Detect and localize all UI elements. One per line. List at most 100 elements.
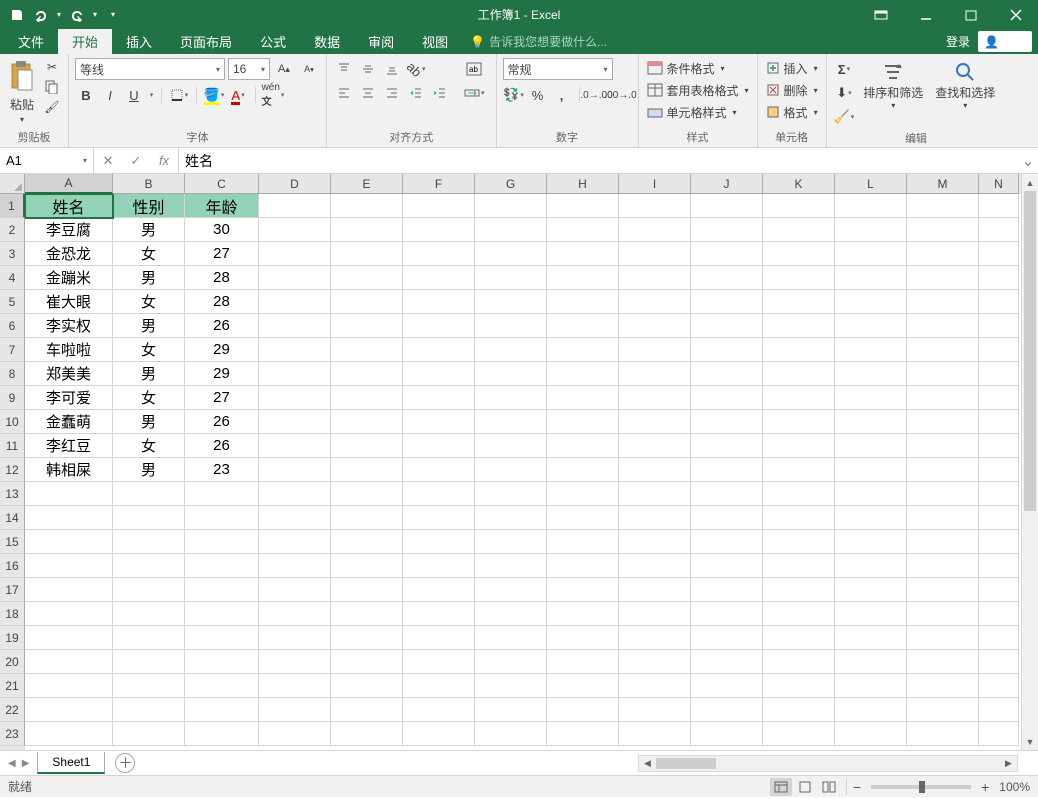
- cell[interactable]: [619, 530, 691, 554]
- insert-cells-button[interactable]: 插入▾: [764, 58, 820, 78]
- cell[interactable]: [979, 578, 1019, 602]
- cell[interactable]: [979, 410, 1019, 434]
- cell[interactable]: [475, 242, 547, 266]
- cell[interactable]: [331, 554, 403, 578]
- cell[interactable]: [475, 386, 547, 410]
- cell[interactable]: [403, 434, 475, 458]
- cell[interactable]: [547, 194, 619, 218]
- column-header[interactable]: G: [475, 174, 547, 194]
- row-header[interactable]: 7: [0, 338, 25, 362]
- cell[interactable]: [619, 554, 691, 578]
- cell[interactable]: 26: [185, 434, 259, 458]
- cell[interactable]: [547, 242, 619, 266]
- cell[interactable]: [763, 674, 835, 698]
- cell[interactable]: 女: [113, 290, 185, 314]
- cell[interactable]: [547, 458, 619, 482]
- cell[interactable]: [25, 506, 113, 530]
- column-header[interactable]: M: [907, 174, 979, 194]
- cell[interactable]: [259, 674, 331, 698]
- row-header[interactable]: 16: [0, 554, 25, 578]
- wrap-text-button[interactable]: ab: [459, 58, 490, 80]
- cell[interactable]: [25, 650, 113, 674]
- row-header[interactable]: 6: [0, 314, 25, 338]
- row-header[interactable]: 17: [0, 578, 25, 602]
- cell[interactable]: [763, 434, 835, 458]
- select-all-button[interactable]: [0, 174, 25, 194]
- format-cells-button[interactable]: 格式▾: [764, 102, 820, 122]
- cell[interactable]: [835, 458, 907, 482]
- cell[interactable]: [979, 650, 1019, 674]
- cell[interactable]: [475, 290, 547, 314]
- page-layout-view-button[interactable]: [794, 778, 816, 796]
- format-painter-button[interactable]: 🖌: [42, 98, 62, 116]
- column-header[interactable]: I: [619, 174, 691, 194]
- cell[interactable]: 30: [185, 218, 259, 242]
- cell[interactable]: [475, 410, 547, 434]
- cell[interactable]: [185, 722, 259, 746]
- cell[interactable]: [403, 338, 475, 362]
- cell[interactable]: [763, 506, 835, 530]
- tell-me-search[interactable]: 💡 告诉我您想要做什么...: [470, 33, 607, 50]
- cell[interactable]: [835, 242, 907, 266]
- cell[interactable]: [403, 674, 475, 698]
- cell[interactable]: [331, 218, 403, 242]
- cell[interactable]: 性别: [113, 194, 185, 218]
- cell[interactable]: [547, 218, 619, 242]
- cell[interactable]: [25, 602, 113, 626]
- cell[interactable]: 金蹦米: [25, 266, 113, 290]
- cell[interactable]: 李实权: [25, 314, 113, 338]
- cell[interactable]: [403, 242, 475, 266]
- cell[interactable]: [619, 650, 691, 674]
- orientation-button[interactable]: ab: [405, 58, 427, 80]
- close-button[interactable]: [993, 0, 1038, 29]
- cell[interactable]: [185, 650, 259, 674]
- cell[interactable]: [331, 698, 403, 722]
- cell[interactable]: [25, 722, 113, 746]
- cell[interactable]: 28: [185, 266, 259, 290]
- cell[interactable]: [979, 194, 1019, 218]
- cell[interactable]: [907, 506, 979, 530]
- cell[interactable]: 李豆腐: [25, 218, 113, 242]
- scroll-thumb[interactable]: [1024, 191, 1036, 511]
- cell[interactable]: [403, 602, 475, 626]
- cell[interactable]: [691, 698, 763, 722]
- cell[interactable]: [113, 674, 185, 698]
- cell[interactable]: [691, 626, 763, 650]
- cell[interactable]: [835, 602, 907, 626]
- cell[interactable]: [259, 722, 331, 746]
- row-header[interactable]: 21: [0, 674, 25, 698]
- cell[interactable]: [547, 314, 619, 338]
- cell[interactable]: [475, 362, 547, 386]
- cell[interactable]: [763, 626, 835, 650]
- cell[interactable]: [835, 578, 907, 602]
- cell[interactable]: [259, 218, 331, 242]
- cell[interactable]: [475, 338, 547, 362]
- row-header[interactable]: 9: [0, 386, 25, 410]
- underline-dropdown[interactable]: [147, 84, 155, 106]
- decrease-font-button[interactable]: A▾: [298, 58, 320, 80]
- cell[interactable]: [259, 194, 331, 218]
- cell[interactable]: 男: [113, 458, 185, 482]
- decrease-decimal-button[interactable]: .00→.0: [610, 84, 632, 106]
- increase-font-button[interactable]: A▴: [273, 58, 295, 80]
- zoom-in-button[interactable]: +: [981, 779, 989, 795]
- cell[interactable]: [835, 218, 907, 242]
- cell[interactable]: [691, 338, 763, 362]
- cell[interactable]: [979, 554, 1019, 578]
- cell[interactable]: [691, 242, 763, 266]
- cell[interactable]: [259, 410, 331, 434]
- cell[interactable]: [331, 722, 403, 746]
- cell[interactable]: [691, 482, 763, 506]
- cell[interactable]: [691, 194, 763, 218]
- cell[interactable]: [331, 242, 403, 266]
- cell[interactable]: [907, 530, 979, 554]
- cell[interactable]: [619, 290, 691, 314]
- cell[interactable]: [259, 314, 331, 338]
- cell[interactable]: [259, 578, 331, 602]
- cell[interactable]: [979, 362, 1019, 386]
- phonetic-button[interactable]: wén文: [262, 84, 284, 106]
- column-header[interactable]: K: [763, 174, 835, 194]
- cell[interactable]: [691, 530, 763, 554]
- cell[interactable]: [691, 506, 763, 530]
- cell[interactable]: [185, 554, 259, 578]
